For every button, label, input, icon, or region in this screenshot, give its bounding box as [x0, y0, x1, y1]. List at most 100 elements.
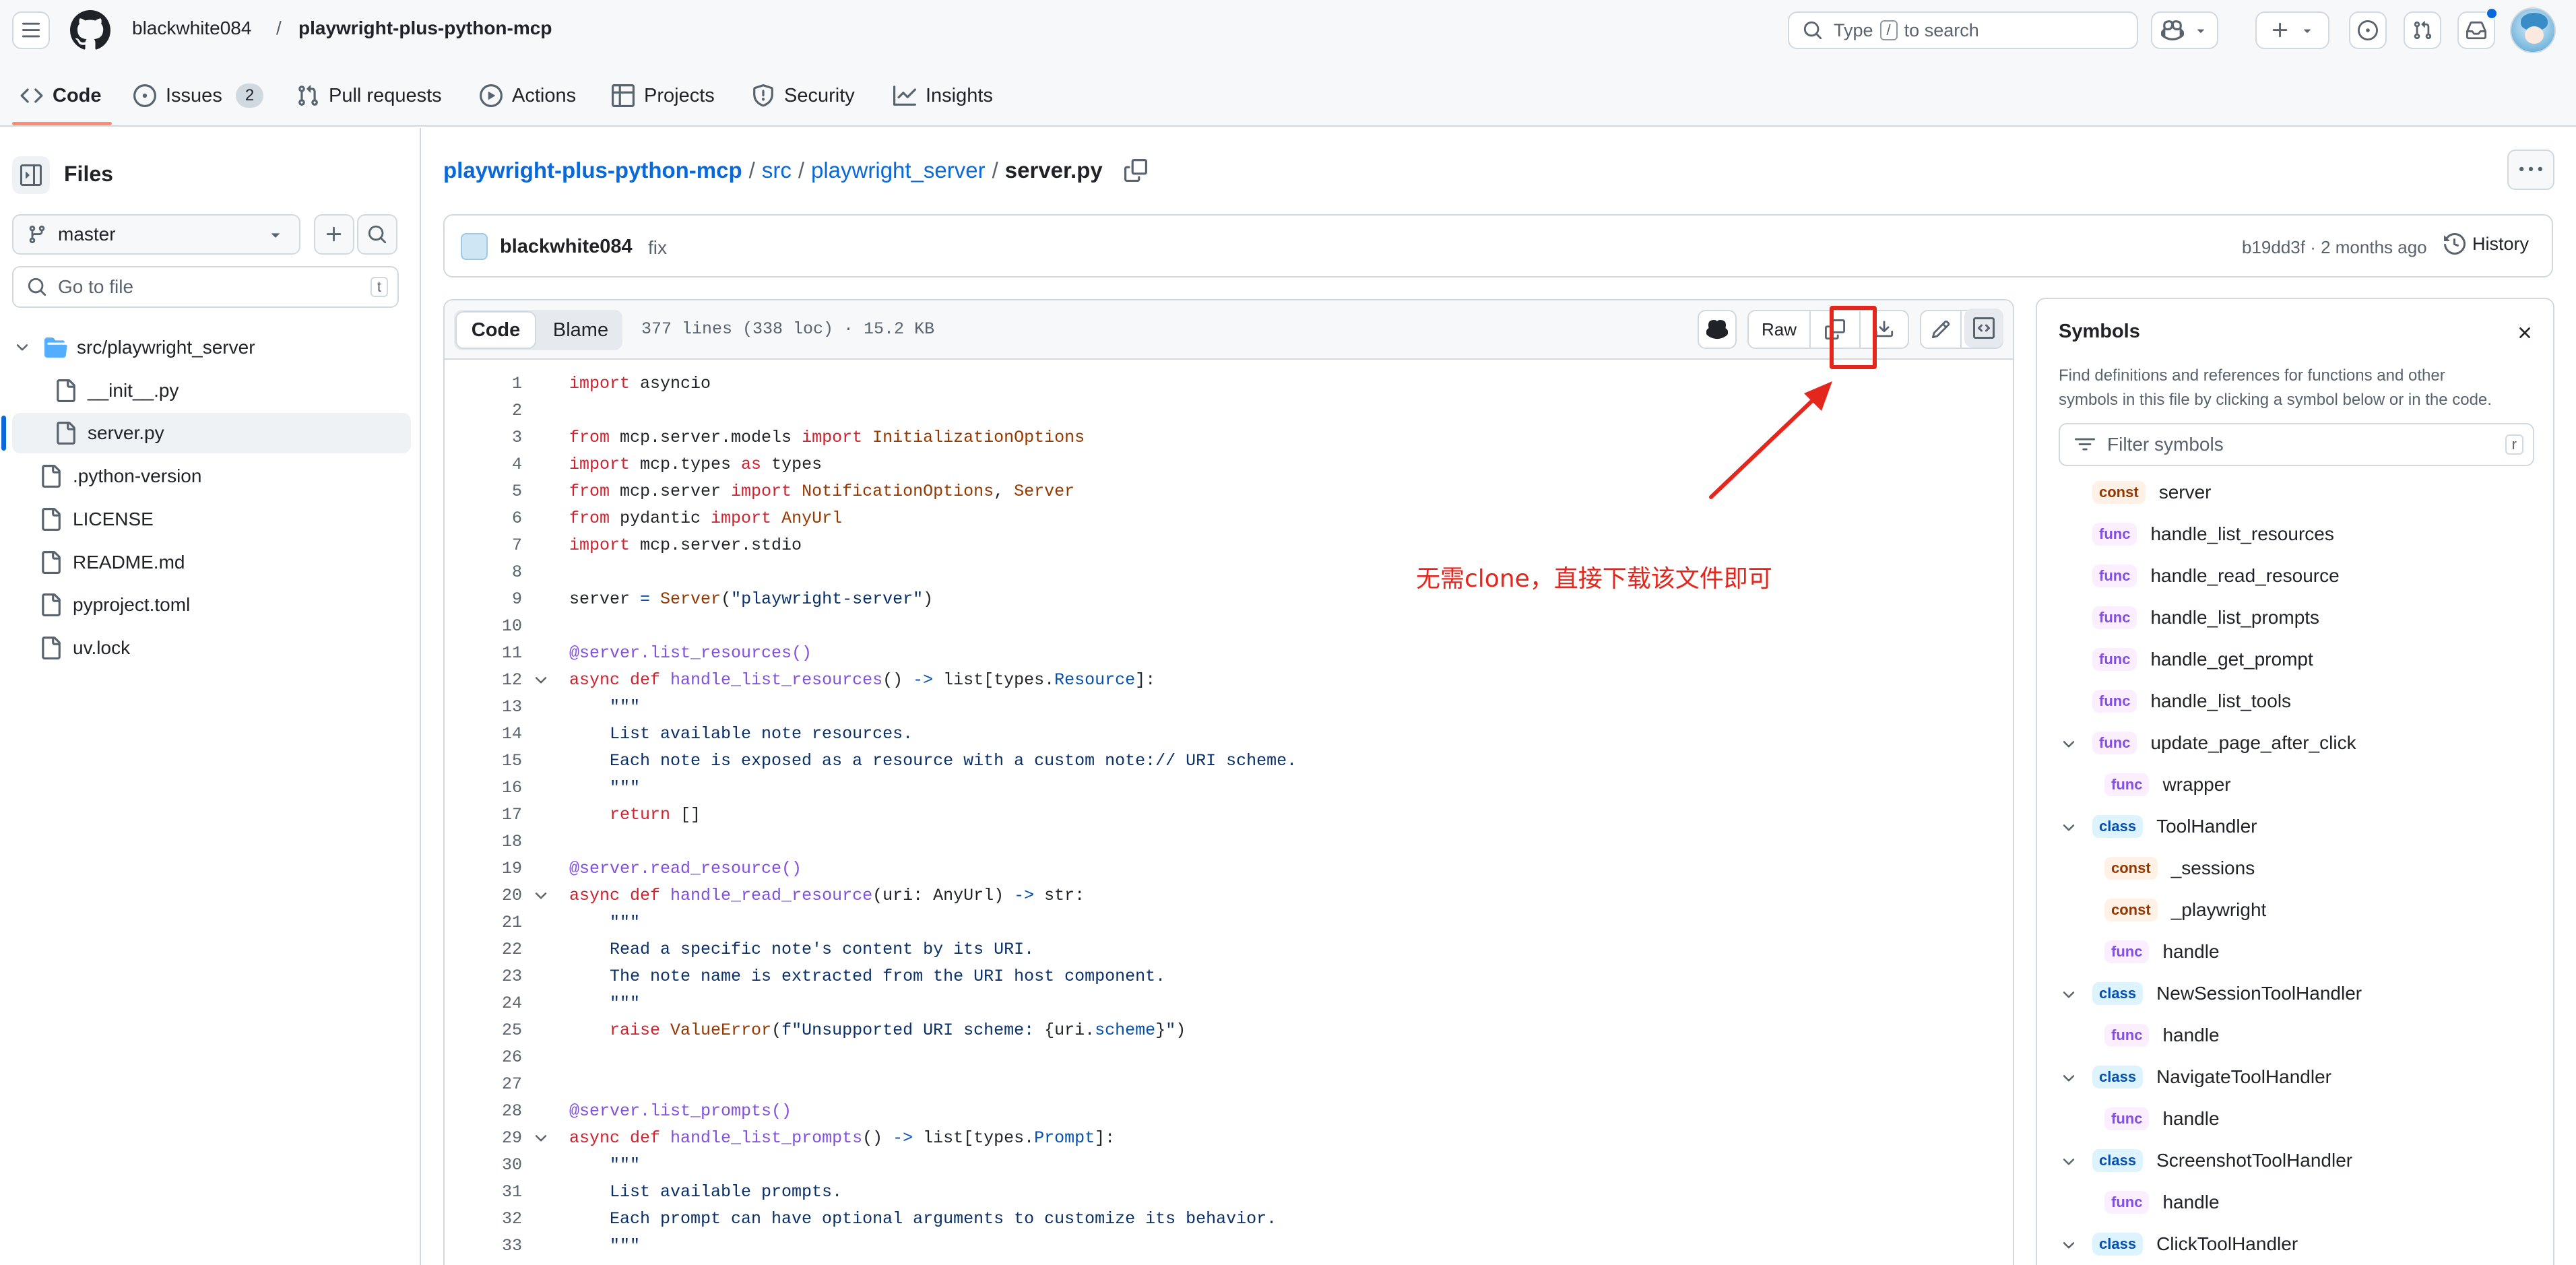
symbol-item[interactable]: func handle: [2104, 1186, 2220, 1219]
symbol-kind: class: [2092, 1233, 2144, 1256]
kebab-horizontal-icon: [2519, 166, 2542, 172]
symbol-item[interactable]: class ToolHandler: [2092, 810, 2257, 843]
chevron-down-icon[interactable]: [2060, 1070, 2078, 1087]
tab-pull-requests[interactable]: Pull requests: [296, 79, 442, 112]
symbol-item[interactable]: const _playwright: [2104, 893, 2266, 927]
line-number: 25: [501, 1020, 522, 1040]
tree-file-pyproject[interactable]: pyproject.toml: [12, 585, 411, 625]
tree-file-readme[interactable]: README.md: [12, 542, 411, 583]
symbol-item[interactable]: func handle_get_prompt: [2092, 643, 2313, 676]
copy-path-icon[interactable]: [1124, 159, 1147, 182]
github-logo-icon[interactable]: [69, 10, 110, 51]
branch-selector[interactable]: master: [12, 214, 300, 255]
symbol-item[interactable]: func handle_list_prompts: [2092, 601, 2319, 635]
create-new-button[interactable]: [2255, 11, 2329, 49]
notification-dot: [2486, 7, 2498, 20]
chevron-down-icon[interactable]: [2060, 819, 2078, 837]
pull-requests-shortcut-button[interactable]: [2404, 11, 2441, 49]
search-prefix: Type: [1834, 20, 1873, 40]
symbol-item[interactable]: const server: [2092, 476, 2211, 509]
blame-view-button[interactable]: Blame: [540, 311, 621, 349]
menu-button[interactable]: [12, 11, 50, 49]
code-view-button[interactable]: Code: [455, 311, 536, 349]
copilot-button[interactable]: [2151, 11, 2218, 49]
annotation-highlight-box: [1830, 306, 1877, 369]
tree-file-python-version[interactable]: .python-version: [12, 456, 411, 496]
chevron-down-icon[interactable]: [2060, 736, 2078, 753]
tab-issues[interactable]: Issues 2: [133, 79, 264, 112]
fold-chevron-icon[interactable]: [532, 1130, 550, 1147]
table-icon: [612, 84, 635, 107]
search-files-button[interactable]: [357, 214, 397, 255]
commit-author[interactable]: blackwhite084: [500, 236, 633, 258]
symbol-item[interactable]: func handle: [2104, 1102, 2220, 1136]
tab-insights[interactable]: Insights: [893, 79, 993, 112]
symbol-item[interactable]: func handle_list_resources: [2092, 517, 2334, 551]
line-number: 6: [511, 509, 522, 528]
symbol-item[interactable]: class ScreenshotToolHandler: [2092, 1144, 2352, 1177]
tab-security[interactable]: Security: [752, 79, 855, 112]
copilot-icon: [2161, 20, 2184, 40]
symbol-item[interactable]: class NewSessionToolHandler: [2092, 977, 2362, 1010]
symbol-name: _sessions: [2170, 857, 2255, 878]
history-button[interactable]: History: [2444, 233, 2529, 255]
go-to-file-input[interactable]: Go to file t: [12, 266, 399, 308]
symbol-item[interactable]: func handle_read_resource: [2092, 559, 2340, 593]
symbol-item[interactable]: class NavigateToolHandler: [2092, 1060, 2331, 1094]
issues-shortcut-button[interactable]: [2349, 11, 2387, 49]
branch-name: master: [58, 224, 116, 245]
breadcrumb-dir-link[interactable]: playwright_server: [811, 158, 986, 183]
sidebar-collapse-icon: [20, 164, 42, 186]
tree-file-server-py[interactable]: server.py: [12, 413, 411, 453]
chevron-down-icon: [16, 344, 28, 351]
symbol-item[interactable]: func handle: [2104, 1018, 2220, 1052]
close-icon[interactable]: [2515, 323, 2534, 342]
filter-symbols-placeholder: Filter symbols: [2107, 434, 2224, 455]
symbol-item[interactable]: class ClickToolHandler: [2092, 1227, 2298, 1261]
tab-code[interactable]: Code: [20, 79, 102, 112]
breadcrumb-src-link[interactable]: src: [762, 158, 792, 183]
symbol-name: handle_list_prompts: [2150, 607, 2320, 628]
add-file-button[interactable]: [314, 214, 354, 255]
collapse-sidebar-button[interactable]: [12, 156, 50, 194]
symbols-pane-toggle[interactable]: [1964, 309, 2003, 348]
shield-icon: [753, 84, 773, 107]
symbols-title: Symbols: [2059, 321, 2140, 342]
raw-button[interactable]: Raw: [1749, 311, 1809, 348]
tree-file-init[interactable]: __init__.py: [12, 370, 411, 411]
search-input[interactable]: Type / to search: [1788, 11, 2138, 49]
inbox-button[interactable]: [2457, 7, 2498, 49]
owner-link[interactable]: blackwhite084: [132, 18, 251, 39]
fold-chevron-icon[interactable]: [532, 672, 550, 689]
chevron-down-icon: [2303, 29, 2311, 33]
tab-projects[interactable]: Projects: [612, 79, 715, 112]
folder-open-icon: [44, 337, 67, 358]
breadcrumb-repo-link[interactable]: playwright-plus-python-mcp: [443, 158, 742, 183]
ask-copilot-button[interactable]: [1698, 310, 1737, 349]
symbol-item[interactable]: func wrapper: [2104, 768, 2231, 802]
filter-symbols-input[interactable]: Filter symbols r: [2059, 423, 2534, 466]
tree-file-uv-lock[interactable]: uv.lock: [12, 628, 411, 668]
tab-actions[interactable]: Actions: [480, 79, 576, 112]
chevron-down-icon[interactable]: [2060, 1237, 2078, 1254]
commit-message[interactable]: fix: [648, 237, 667, 259]
more-options-button[interactable]: [2507, 150, 2554, 190]
user-avatar[interactable]: [2510, 7, 2556, 53]
line-number: 14: [501, 724, 522, 744]
chevron-down-icon[interactable]: [2060, 986, 2078, 1004]
tree-item-label: README.md: [73, 552, 185, 573]
line-number: 23: [501, 967, 522, 986]
symbol-item[interactable]: func update_page_after_click: [2092, 726, 2356, 760]
commit-author-avatar[interactable]: [461, 233, 488, 260]
symbol-item[interactable]: func handle: [2104, 935, 2220, 969]
symbol-item[interactable]: func handle_list_tools: [2092, 684, 2291, 718]
tree-folder-src-playwright-server[interactable]: src/playwright_server: [12, 327, 411, 368]
chevron-down-icon[interactable]: [2060, 1153, 2078, 1171]
fold-chevron-icon[interactable]: [532, 887, 550, 905]
tree-file-license[interactable]: LICENSE: [12, 499, 411, 540]
repo-link[interactable]: playwright-plus-python-mcp: [298, 18, 552, 39]
search-key-hint: /: [1879, 20, 1898, 40]
symbol-item[interactable]: const _sessions: [2104, 851, 2255, 885]
latest-commit-box: blackwhite084 fix b19dd3f · 2 months ago…: [443, 214, 2553, 278]
commit-sha-time[interactable]: b19dd3f · 2 months ago: [2242, 237, 2427, 258]
